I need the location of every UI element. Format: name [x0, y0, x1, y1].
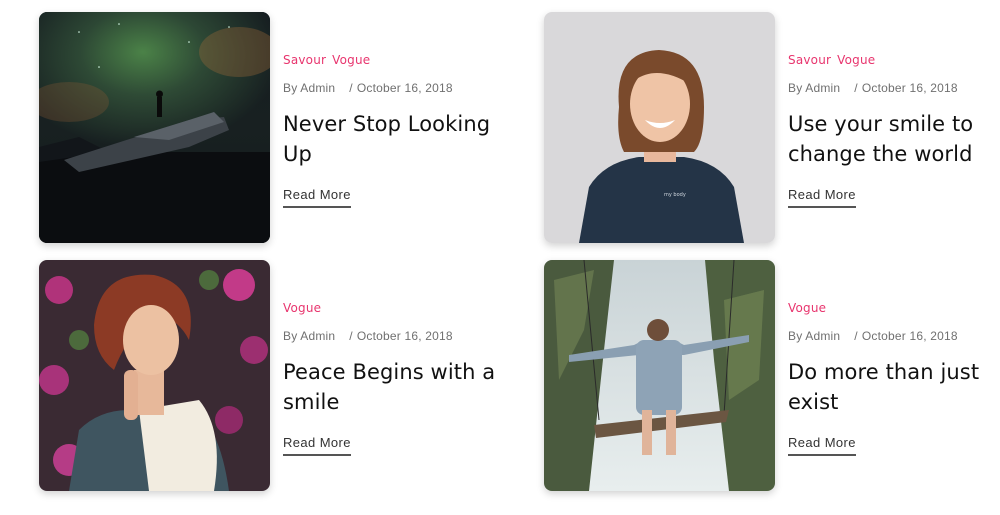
category-link[interactable]: Vogue	[788, 301, 826, 315]
svg-text:my body: my body	[664, 192, 686, 198]
category-link[interactable]: Vogue	[283, 301, 321, 315]
meta-separator: /	[349, 81, 353, 95]
post-meta: By Admin / October 16, 2018	[788, 81, 958, 95]
post-card: my body Savour Vogue By Admin / October 16,…	[544, 12, 1000, 244]
post-author[interactable]: By Admin	[283, 81, 335, 95]
meta-separator: /	[854, 329, 858, 343]
post-author[interactable]: By Admin	[283, 329, 335, 343]
post-categories: Vogue	[788, 299, 832, 317]
post-title[interactable]: Do more than just exist	[788, 357, 1000, 417]
post-date[interactable]: October 16, 2018	[357, 81, 453, 95]
post-meta: By Admin / October 16, 2018	[283, 81, 453, 95]
post-date[interactable]: October 16, 2018	[357, 329, 453, 343]
post-meta: By Admin / October 16, 2018	[788, 329, 958, 343]
post-categories: Vogue	[283, 299, 327, 317]
post-card: Vogue By Admin / October 16, 2018 Peace Be…	[39, 260, 509, 492]
post-title[interactable]: Never Stop Looking Up	[283, 109, 509, 169]
post-thumbnail-smiling-woman[interactable]: my body	[544, 12, 775, 243]
post-thumbnail-swing-waterfall[interactable]	[544, 260, 775, 491]
post-thumbnail-woman-flowers[interactable]	[39, 260, 270, 491]
meta-separator: /	[349, 329, 353, 343]
category-link[interactable]: Savour	[283, 53, 326, 67]
read-more-link[interactable]: Read More	[788, 187, 856, 208]
category-link[interactable]: Vogue	[332, 53, 370, 67]
post-author[interactable]: By Admin	[788, 329, 840, 343]
post-categories: Savour Vogue	[283, 51, 376, 69]
read-more-link[interactable]: Read More	[283, 435, 351, 456]
category-link[interactable]: Savour	[788, 53, 831, 67]
meta-separator: /	[854, 81, 858, 95]
post-date[interactable]: October 16, 2018	[862, 81, 958, 95]
post-thumbnail-aurora[interactable]	[39, 12, 270, 243]
post-author[interactable]: By Admin	[788, 81, 840, 95]
post-card: Vogue By Admin / October 16, 2018 Do more …	[544, 260, 1000, 492]
post-date[interactable]: October 16, 2018	[862, 329, 958, 343]
post-categories: Savour Vogue	[788, 51, 881, 69]
read-more-link[interactable]: Read More	[788, 435, 856, 456]
post-card: Savour Vogue By Admin / October 16, 2018 Ne…	[39, 12, 509, 244]
category-link[interactable]: Vogue	[837, 53, 875, 67]
post-title[interactable]: Peace Begins with a smile	[283, 357, 509, 417]
post-meta: By Admin / October 16, 2018	[283, 329, 453, 343]
read-more-link[interactable]: Read More	[283, 187, 351, 208]
blog-post-grid: Savour Vogue By Admin / October 16, 2018 Ne…	[0, 0, 1000, 515]
post-title[interactable]: Use your smile to change the world	[788, 109, 1000, 169]
